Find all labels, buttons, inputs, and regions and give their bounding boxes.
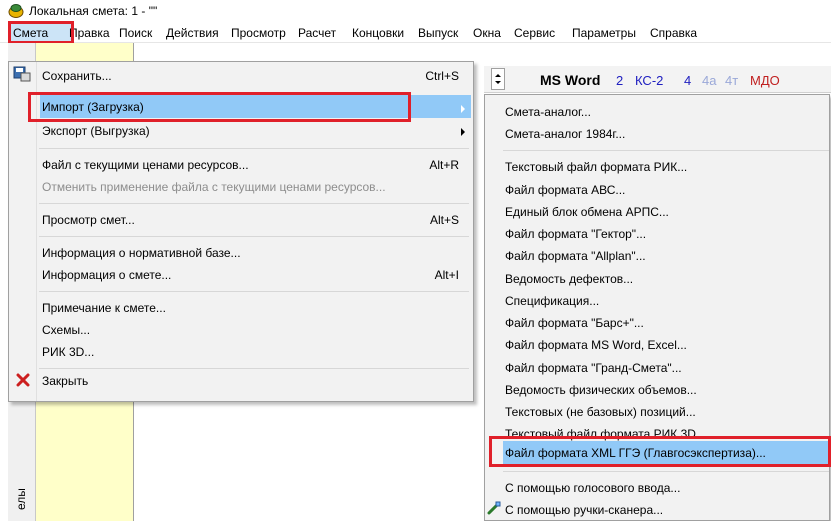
menu-item-note[interactable]: Примечание к смете...	[42, 301, 166, 315]
form-4-button[interactable]: 4	[684, 73, 691, 88]
menu-pravka[interactable]: Правка	[69, 26, 110, 40]
spin-arrows-icon	[495, 74, 501, 84]
submenu-item-grand-smeta[interactable]: Файл формата "Гранд-Смета"...	[505, 361, 682, 375]
menu-item-norm-info[interactable]: Информация о нормативной базе...	[42, 246, 241, 260]
submenu-separator	[503, 150, 829, 151]
submenu-item-arps[interactable]: Единый блок обмена АРПС...	[505, 205, 669, 219]
submenu-item-specification[interactable]: Спецификация...	[505, 294, 599, 308]
submenu-item-defects[interactable]: Ведомость дефектов...	[505, 272, 633, 286]
form-ks2-button[interactable]: КС-2	[635, 73, 663, 88]
form-4a-button[interactable]: 4а	[702, 73, 716, 88]
menu-separator	[39, 236, 469, 237]
menu-raschet[interactable]: Расчет	[298, 26, 336, 40]
menu-item-close[interactable]: Закрыть	[42, 374, 88, 388]
form-mdo-button[interactable]: МДО	[750, 73, 780, 88]
estimate-info-shortcut: Alt+I	[434, 268, 459, 282]
menu-item-view-estimates[interactable]: Просмотр смет...	[42, 213, 135, 227]
view-estimates-shortcut: Alt+S	[429, 213, 459, 227]
menu-separator	[39, 291, 469, 292]
prices-file-shortcut: Alt+R	[429, 158, 459, 172]
submenu-item-physical-volumes[interactable]: Ведомость физических объемов...	[505, 383, 697, 397]
window-title: Локальная смета: 1 - ""	[29, 4, 158, 18]
menu-separator	[39, 203, 469, 204]
spin-control[interactable]	[491, 68, 505, 90]
save-shortcut: Ctrl+S	[425, 69, 459, 83]
menu-item-rik3d[interactable]: РИК 3D...	[42, 345, 94, 359]
menu-servis[interactable]: Сервис	[514, 26, 555, 40]
submenu-item-scanner-pen[interactable]: С помощью ручки-сканера...	[505, 503, 663, 517]
menu-spravka[interactable]: Справка	[650, 26, 697, 40]
submenu-item-voice-input[interactable]: С помощью голосового ввода...	[505, 481, 680, 495]
app-icon	[8, 4, 24, 18]
submenu-item-rik-text[interactable]: Текстовый файл формата РИК...	[505, 160, 687, 174]
submenu-item-bars[interactable]: Файл формата "Барс+"...	[505, 316, 644, 330]
callout-xml-gge	[489, 436, 831, 467]
menu-prosmotr[interactable]: Просмотр	[231, 26, 286, 40]
form-4t-button[interactable]: 4т	[725, 73, 738, 88]
scanner-pen-icon	[487, 501, 501, 515]
menu-item-save[interactable]: Сохранить...	[42, 69, 112, 83]
menu-item-cancel-prices: Отменить применение файла с текущими цен…	[42, 180, 386, 194]
menu-parametry[interactable]: Параметры	[572, 26, 636, 40]
submenu-item-text-positions[interactable]: Текстовых (не базовых) позиций...	[505, 405, 696, 419]
menu-vypusk[interactable]: Выпуск	[418, 26, 458, 40]
form-msword-button[interactable]: MS Word	[540, 72, 600, 88]
submenu-item-msword-excel[interactable]: Файл формата MS Word, Excel...	[505, 338, 687, 352]
menu-item-schemes[interactable]: Схемы...	[42, 323, 90, 337]
menu-item-prices-file[interactable]: Файл с текущими ценами ресурсов...	[42, 158, 249, 172]
vertical-tab[interactable]: елы	[10, 470, 32, 510]
menu-okna[interactable]: Окна	[473, 26, 501, 40]
save-icon	[13, 66, 31, 82]
callout-import	[28, 92, 411, 122]
menu-deystviya[interactable]: Действия	[166, 26, 219, 40]
submenu-item-allplan[interactable]: Файл формата "Allplan"...	[505, 249, 646, 263]
submenu-item-smeta-analog-1984[interactable]: Смета-аналог 1984г...	[505, 127, 625, 141]
menu-poisk[interactable]: Поиск	[119, 26, 152, 40]
menu-kontsovki[interactable]: Концовки	[352, 26, 404, 40]
import-submenu-arrow-icon	[461, 105, 465, 113]
submenu-item-smeta-analog[interactable]: Смета-аналог...	[505, 105, 591, 119]
close-icon	[16, 373, 30, 387]
menu-item-export[interactable]: Экспорт (Выгрузка)	[42, 124, 150, 138]
export-submenu-arrow-icon	[461, 128, 465, 136]
menu-separator	[39, 368, 469, 369]
submenu-item-gektor[interactable]: Файл формата "Гектор"...	[505, 227, 646, 241]
submenu-item-abc[interactable]: Файл формата АВС...	[505, 183, 625, 197]
vertical-tab-label: елы	[14, 488, 28, 510]
submenu-separator	[503, 471, 829, 472]
menu-separator	[39, 148, 469, 149]
menu-item-estimate-info[interactable]: Информация о смете...	[42, 268, 171, 282]
form-2-button[interactable]: 2	[616, 73, 623, 88]
callout-smeta	[8, 21, 74, 44]
